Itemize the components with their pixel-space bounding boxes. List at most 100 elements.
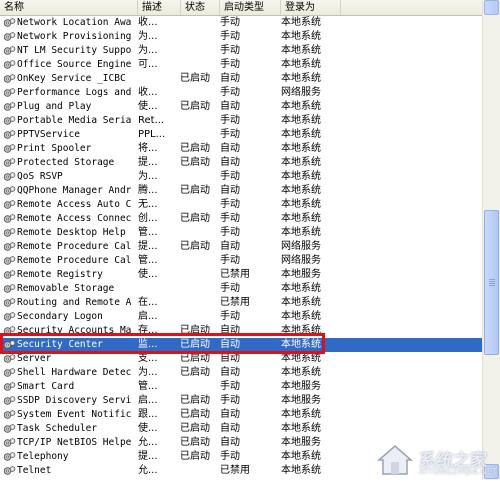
service-row[interactable]: Performance Logs and... 收... 手动 网络服务 <box>0 86 483 100</box>
service-description <box>138 282 176 296</box>
service-row[interactable]: Network Provisioning... 为... 手动 本地系统 <box>0 30 483 44</box>
service-startup-type: 自动 <box>220 101 240 112</box>
gear-icon <box>3 227 16 239</box>
gear-icon <box>3 423 16 435</box>
gear-icon <box>3 87 16 99</box>
service-description: 提... <box>138 241 158 252</box>
service-status <box>180 44 220 58</box>
service-description: 启... <box>138 311 158 322</box>
service-name: OnKey Service _ICBC <box>17 73 126 84</box>
service-row[interactable]: Remote Procedure Cal... 管... 手动 网络服务 <box>0 254 483 268</box>
vertical-scrollbar[interactable] <box>482 0 500 480</box>
service-status <box>180 254 220 268</box>
service-logon-as: 本地系统 <box>281 115 321 126</box>
service-startup-type: 自动 <box>220 325 240 336</box>
service-description <box>138 72 176 86</box>
service-name: Remote Registry <box>17 269 103 280</box>
service-row[interactable]: Print Spooler 将... 已启动 自动 本地系统 <box>0 142 483 156</box>
service-logon-as: 本地系统 <box>281 157 321 168</box>
service-status: 已启动 <box>180 157 210 168</box>
column-header-startup-type[interactable]: 启动类型 <box>220 0 281 15</box>
scroll-thumb[interactable] <box>484 210 499 355</box>
service-row[interactable]: Routing and Remote A... 在... 已禁用 本地系统 <box>0 296 483 310</box>
service-row[interactable]: Network Location Awa... 收... 手动 本地系统 <box>0 16 483 30</box>
service-logon-as: 本地系统 <box>281 171 321 182</box>
service-description: 为... <box>138 45 158 56</box>
service-name: Portable Media Seria... <box>17 115 132 126</box>
service-name: Remote Access Connec... <box>17 213 132 224</box>
scroll-up-button[interactable] <box>484 0 499 15</box>
service-row[interactable]: Remote Registry 使... 已禁用 本地服务 <box>0 268 483 282</box>
gear-icon <box>3 255 16 267</box>
service-row[interactable]: OnKey Service _ICBC 已启动 自动 本地系统 <box>0 72 483 86</box>
service-logon-as: 本地服务 <box>281 395 321 406</box>
service-row[interactable]: Protected Storage 提... 已启动 自动 本地系统 <box>0 156 483 170</box>
service-status: 已启动 <box>180 241 210 252</box>
column-header-logon-as[interactable]: 登录为 <box>281 0 341 15</box>
gear-icon <box>3 157 16 169</box>
service-logon-as: 本地系统 <box>281 465 321 476</box>
gear-icon <box>3 325 16 337</box>
service-row[interactable]: Remote Access Connec... 创... 已启动手动 本地系统 <box>0 212 483 226</box>
service-description: 提... <box>138 157 158 168</box>
service-row[interactable]: Security Accounts Ma... 存... 已启动自动 本地系统 <box>0 324 483 338</box>
service-row[interactable]: Secondary Logon 启... 手动 本地系统 <box>0 310 483 324</box>
service-row[interactable]: Task Scheduler 使... 已启动 自动 本地系统 <box>0 422 483 436</box>
service-status: 已启动 <box>180 325 210 336</box>
service-name: Network Provisioning... <box>17 31 132 42</box>
service-row[interactable]: Office Source Engine 可... 手动 本地系统 <box>0 58 483 72</box>
service-logon-as: 网络服务 <box>281 241 321 252</box>
list-header: 名称 描述 状态 启动类型 登录为 <box>0 0 483 16</box>
service-row[interactable]: Smart Card 管... 手动 本地服务 <box>0 380 483 394</box>
service-row[interactable]: Removable Storage 手动 本地系统 <box>0 282 483 296</box>
service-startup-type: 自动 <box>220 353 240 364</box>
service-name: Telephony <box>17 451 69 462</box>
service-status <box>180 58 220 72</box>
service-description: 管... <box>138 381 158 392</box>
service-row[interactable]: Portable Media Seria... Ret... 手动 本地系统 <box>0 114 483 128</box>
service-status <box>180 16 220 30</box>
services-list: Network Location Awa...收...手动本地系统Network… <box>0 16 483 478</box>
column-header-name[interactable]: 名称 <box>0 0 138 15</box>
service-row[interactable]: Remote Access Auto C... 无... 手动 本地系统 <box>0 198 483 212</box>
service-logon-as: 本地系统 <box>281 311 321 322</box>
service-row[interactable]: QoS RSVP 为... 手动 本地系统 <box>0 170 483 184</box>
service-name: System Event Notific... <box>17 409 132 420</box>
service-row[interactable]: NT LM Security Suppo... 为... 手动 本地系统 <box>0 44 483 58</box>
column-header-description[interactable]: 描述 <box>138 0 181 15</box>
column-header-status[interactable]: 状态 <box>181 0 220 15</box>
service-logon-as: 本地系统 <box>281 73 321 84</box>
service-name: Remote Procedure Cal... <box>17 241 132 252</box>
service-logon-as: 本地系统 <box>281 339 321 350</box>
service-status: 已启动 <box>180 409 210 420</box>
service-row[interactable]: PPTVService PPL... 手动 本地系统 <box>0 128 483 142</box>
service-status: 已启动 <box>180 101 210 112</box>
service-startup-type: 已禁用 <box>220 269 250 280</box>
service-logon-as: 本地系统 <box>281 185 321 196</box>
watermark: 系统之家 XITONGZHIJIA.NET <box>375 440 500 480</box>
service-logon-as: 本地系统 <box>281 423 321 434</box>
service-row-selected[interactable]: Security Center 监... 已启动 自动 本地系统 <box>0 338 483 352</box>
service-row[interactable]: Plug and Play 使... 已启动 自动 本地系统 <box>0 100 483 114</box>
service-name: Smart Card <box>17 381 75 392</box>
gear-icon <box>3 311 16 323</box>
service-name: Remote Access Auto C... <box>17 199 132 210</box>
service-row[interactable]: Shell Hardware Detec... 为... 已启动自动 本地系统 <box>0 366 483 380</box>
service-row[interactable]: Server 支... 已启动 自动 本地系统 <box>0 352 483 366</box>
service-startup-type: 自动 <box>220 241 240 252</box>
service-name: QoS RSVP <box>17 171 63 182</box>
service-status: 已启动 <box>180 339 210 350</box>
service-status: 已启动 <box>180 423 210 434</box>
service-row[interactable]: Remote Desktop Help ... 管... 手动 本地系统 <box>0 226 483 240</box>
service-logon-as: 本地系统 <box>281 45 321 56</box>
service-logon-as: 本地系统 <box>281 213 321 224</box>
service-startup-type: 已禁用 <box>220 297 250 308</box>
service-row[interactable]: Remote Procedure Cal... 提... 已启动自动 网络服务 <box>0 240 483 254</box>
service-name: SSDP Discovery Service <box>17 395 132 406</box>
service-row[interactable]: QQPhone Manager Andr... 腾... 已启动自动 本地系统 <box>0 184 483 198</box>
service-name: Performance Logs and... <box>17 87 132 98</box>
service-status: 已启动 <box>180 437 210 448</box>
service-startup-type: 自动 <box>220 367 240 378</box>
service-row[interactable]: System Event Notific... 跟... 已启动自动 本地系统 <box>0 408 483 422</box>
service-row[interactable]: SSDP Discovery Service 启... 已启动 手动 本地服务 <box>0 394 483 408</box>
